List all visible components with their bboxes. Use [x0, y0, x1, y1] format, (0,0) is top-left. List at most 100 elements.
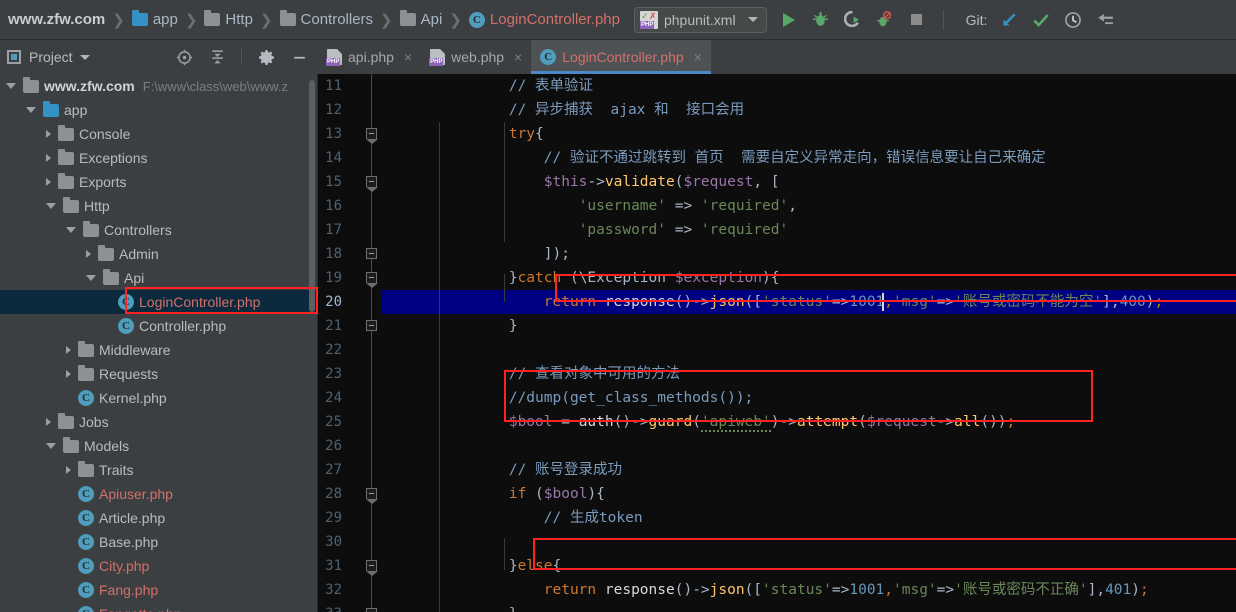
chevron-right-icon[interactable] [66, 370, 71, 378]
tree-item[interactable]: C Fangatte.php [0, 602, 318, 612]
code-line[interactable] [382, 530, 1236, 554]
code-line[interactable]: // 验证不通过跳转到 首页 需要自定义异常走向，错误信息要让自己来确定 [382, 146, 1236, 170]
code-line-current[interactable]: return response()->json(['status'=>1001,… [382, 290, 1236, 314]
tree-item[interactable]: Controllers [0, 218, 318, 242]
tree-item[interactable]: Exports [0, 170, 318, 194]
chevron-down-icon[interactable] [86, 275, 96, 281]
close-icon[interactable]: × [694, 49, 702, 65]
code-line[interactable]: } [382, 602, 1236, 612]
tree-item[interactable]: Api [0, 266, 318, 290]
stop-debug-button[interactable] [875, 10, 895, 30]
code-line[interactable]: //dump(get_class_methods()); [382, 386, 1236, 410]
chevron-right-icon[interactable] [46, 154, 51, 162]
code-line[interactable]: }catch (\Exception $exception){ [382, 266, 1236, 290]
tree-item[interactable]: C Fang.php [0, 578, 318, 602]
close-icon[interactable]: × [514, 49, 522, 65]
tree-item[interactable]: www.zfw.com F:\www\class\web\www.z [0, 74, 318, 98]
tree-item[interactable]: Models [0, 434, 318, 458]
stop-button[interactable] [907, 10, 927, 30]
tree-scrollbar[interactable] [309, 80, 315, 312]
breadcrumb-item-controllers[interactable]: Controllers [279, 10, 373, 28]
chevron-down-icon[interactable] [79, 54, 90, 60]
chevron-down-icon[interactable] [46, 203, 56, 209]
code-fold-toggle[interactable] [366, 248, 377, 259]
tree-item[interactable]: C Base.php [0, 530, 318, 554]
breadcrumb-item-http[interactable]: Http [204, 10, 253, 28]
tree-item[interactable]: C Kernel.php [0, 386, 318, 410]
code-line[interactable]: 'username' => 'required', [382, 194, 1236, 218]
chevron-right-icon[interactable] [46, 178, 51, 186]
code-line[interactable]: $bool = auth()->guard('apiweb')->attempt… [382, 410, 1236, 434]
code-line[interactable]: try{ [382, 122, 1236, 146]
code-line[interactable]: }else{ [382, 554, 1236, 578]
code-fold-toggle[interactable] [366, 272, 378, 288]
code-line[interactable]: // 账号登录成功 [382, 458, 1236, 482]
tree-item[interactable]: app [0, 98, 318, 122]
project-tree[interactable]: www.zfw.com F:\www\class\web\www.z app Cons… [0, 74, 318, 612]
run-configuration-selector[interactable]: ✓✗ phpunit.xml [633, 6, 767, 33]
breadcrumb-item-logincontroller-php[interactable]: C LoginController.php [468, 11, 620, 28]
editor-gutter[interactable]: 11 12 13 14 15 16 17 18 19 20 21 22 23 24 25 26 27 28 29 30… [318, 74, 382, 612]
tree-item[interactable]: C Apiuser.php [0, 482, 318, 506]
debug-button[interactable] [811, 10, 831, 30]
tree-item[interactable]: Requests [0, 362, 318, 386]
git-update-button[interactable] [999, 10, 1019, 30]
chevron-right-icon[interactable] [86, 250, 91, 258]
code-line[interactable]: } [382, 314, 1236, 338]
code-line[interactable]: if ($bool){ [382, 482, 1236, 506]
tree-item[interactable]: Exceptions [0, 146, 318, 170]
code-line[interactable]: ]); [382, 242, 1236, 266]
code-editor[interactable]: 11 12 13 14 15 16 17 18 19 20 21 22 23 24 25 26 27 28 29 30… [318, 74, 1236, 612]
code-fold-toggle[interactable] [366, 320, 377, 331]
code-line[interactable]: // 表单验证 [382, 74, 1236, 98]
code-fold-toggle[interactable] [366, 608, 377, 612]
code-line[interactable]: // 异步捕获 ajax 和 接口会用 [382, 98, 1236, 122]
chevron-down-icon[interactable] [66, 227, 76, 233]
code-line[interactable]: return response()->json(['status'=>1001,… [382, 578, 1236, 602]
code-line[interactable]: 'password' => 'required' [382, 218, 1236, 242]
git-history-button[interactable] [1063, 10, 1083, 30]
code-fold-toggle[interactable] [366, 488, 378, 504]
tree-item[interactable]: C Controller.php [0, 314, 318, 338]
code-line[interactable]: // 生成token [382, 506, 1236, 530]
code-line[interactable] [382, 434, 1236, 458]
editor-tab-web-php[interactable]: web.php × [421, 40, 531, 74]
tree-item[interactable]: C Article.php [0, 506, 318, 530]
editor-tab-api-php[interactable]: api.php × [318, 40, 421, 74]
code-content[interactable]: // 表单验证 // 异步捕获 ajax 和 接口会用 try{ // 验证不通… [382, 74, 1236, 612]
run-button[interactable] [779, 10, 799, 30]
run-with-coverage-button[interactable] [843, 10, 863, 30]
tree-item[interactable]: Traits [0, 458, 318, 482]
code-line[interactable] [382, 338, 1236, 362]
chevron-right-icon[interactable] [66, 346, 71, 354]
code-line[interactable]: // 查看对象中可用的方法 [382, 362, 1236, 386]
tree-item[interactable]: C City.php [0, 554, 318, 578]
close-icon[interactable]: × [404, 49, 412, 65]
tree-item[interactable]: Console [0, 122, 318, 146]
settings-button[interactable] [256, 47, 276, 67]
chevron-right-icon[interactable] [66, 466, 71, 474]
locate-file-button[interactable] [174, 47, 194, 67]
git-rollback-button[interactable] [1095, 10, 1115, 30]
code-line[interactable]: $this->validate($request, [ [382, 170, 1236, 194]
breadcrumb-item-www-zfw-com[interactable]: www.zfw.com [8, 11, 105, 28]
tree-item[interactable]: Jobs [0, 410, 318, 434]
collapse-all-button[interactable] [207, 47, 227, 67]
code-fold-toggle[interactable] [366, 176, 378, 192]
tree-item-selected[interactable]: C LoginController.php [0, 290, 318, 314]
breadcrumb-item-api[interactable]: Api [399, 10, 442, 28]
editor-tab-logincontroller-php[interactable]: C LoginController.php × [531, 40, 711, 74]
tree-item[interactable]: Admin [0, 242, 318, 266]
chevron-right-icon[interactable] [46, 130, 51, 138]
tree-item[interactable]: Middleware [0, 338, 318, 362]
chevron-down-icon[interactable] [26, 107, 36, 113]
breadcrumb-item-app[interactable]: app [131, 10, 178, 28]
tree-item[interactable]: Http [0, 194, 318, 218]
hide-panel-button[interactable] [289, 47, 309, 67]
chevron-down-icon[interactable] [6, 83, 16, 89]
code-fold-toggle[interactable] [366, 560, 378, 576]
git-commit-button[interactable] [1031, 10, 1051, 30]
chevron-down-icon[interactable] [46, 443, 56, 449]
code-fold-toggle[interactable] [366, 128, 378, 144]
chevron-right-icon[interactable] [46, 418, 51, 426]
